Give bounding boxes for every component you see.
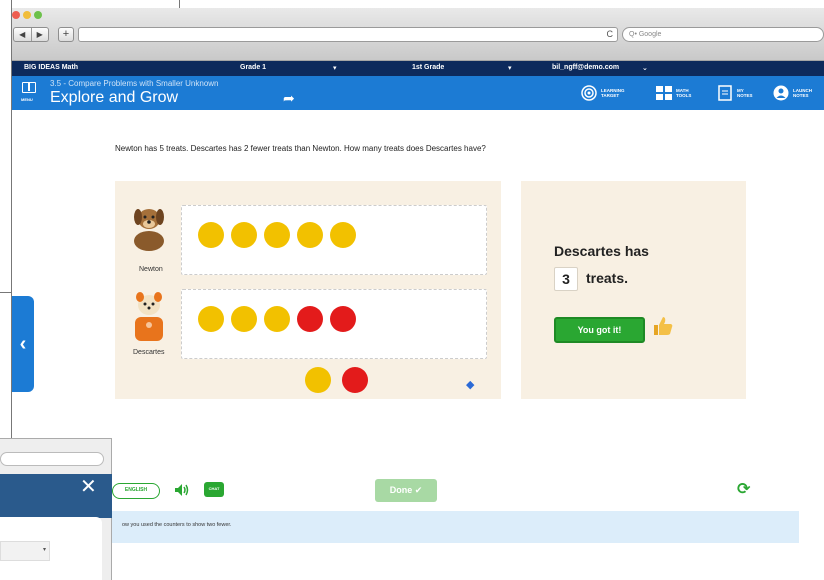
yellow-counter[interactable] [264,222,290,248]
new-tab-button[interactable]: + [58,27,74,42]
forward-button[interactable]: ▶ [30,28,49,41]
math-tools-button[interactable]: MATH TOOLS [655,85,698,101]
my-notes-button[interactable]: MY NOTES [716,85,759,101]
overlay-search-bar[interactable] [0,452,104,466]
back-button[interactable]: ◀ [14,28,31,41]
yellow-counter[interactable] [198,222,224,248]
answer-input[interactable]: 3 [554,267,578,291]
search-field[interactable]: Q• Google [622,27,824,42]
answer-unit: treats. [586,270,629,286]
tray-red-counter[interactable] [342,367,368,393]
minimize-window-button[interactable] [23,11,31,19]
overlay-header: ✕ [0,474,112,518]
red-counter[interactable] [330,306,356,332]
newton-avatar [129,202,169,252]
launch-notes-label: LAUNCH NOTES [793,88,812,98]
lesson-subtitle: 3.5 - Compare Problems with Smaller Unkn… [50,79,219,88]
person-icon [772,85,790,101]
screenshot-stage: ◀ ▶ + C Q• Google BIG IDEAS Math Grade 1… [0,0,824,580]
yellow-counter[interactable] [264,306,290,332]
user-account-menu[interactable]: bil_ngff@demo.com [552,64,619,71]
menu-label[interactable]: MENU [21,97,33,102]
collapse-sidebar-tab[interactable]: ‹ [12,296,34,392]
notes-icon [716,85,734,101]
yellow-counter[interactable] [231,306,257,332]
app-top-nav: BIG IDEAS Math Grade 1 ▾ 1st Grade ▾ bil… [12,61,824,76]
browser-toolbar: ◀ ▶ + C Q• Google [12,8,824,61]
question-text: Newton has 5 treats. Descartes has 2 few… [115,144,486,153]
background-divider [0,292,12,293]
address-bar[interactable]: C [78,27,618,42]
yellow-counter[interactable] [330,222,356,248]
overlay-dropdown[interactable]: ▾ [0,541,50,561]
lesson-header: MENU 3.5 - Compare Problems with Smaller… [12,76,824,110]
chat-button[interactable]: CHAT [204,482,224,497]
chevron-down-icon: ▾ [42,547,46,553]
yellow-counter[interactable] [198,306,224,332]
my-notes-label: MY NOTES [737,88,753,98]
chevron-down-icon[interactable]: ⌄ [642,64,648,72]
language-toggle[interactable]: ENGLISH [112,483,160,499]
browser-window: ◀ ▶ + C Q• Google BIG IDEAS Math Grade 1… [12,8,824,580]
close-window-button[interactable] [12,11,20,19]
level-selector[interactable]: 1st Grade [412,64,444,71]
chevron-down-icon[interactable]: ▾ [508,64,512,72]
yellow-counter[interactable] [297,222,323,248]
share-icon[interactable]: ➦ [283,90,295,107]
bottom-toolbar: ENGLISH CHAT Done ✔ ⟳ [112,478,812,508]
descartes-label: Descartes [133,349,165,356]
chevron-down-icon[interactable]: ▾ [333,64,337,72]
book-icon[interactable] [22,82,36,93]
answer-prompt: Descartes has [554,243,649,259]
newton-label: Newton [139,266,163,273]
feedback-badge: You got it! [554,317,645,343]
thumbs-up-icon [652,315,674,341]
brand-logo[interactable]: BIG IDEAS Math [24,64,78,71]
zoom-window-button[interactable] [34,11,42,19]
counter-workspace: Newton Descartes ◆ [115,181,501,399]
target-icon [580,85,598,101]
learning-target-label: LEARNING TARGET [601,88,625,98]
close-icon[interactable]: ✕ [80,477,97,497]
grade-selector[interactable]: Grade 1 [240,64,266,71]
page-title: Explore and Grow [50,89,179,106]
tray-yellow-counter[interactable] [305,367,331,393]
red-counter[interactable] [297,306,323,332]
math-tools-label: MATH TOOLS [676,88,692,98]
learning-target-button[interactable]: LEARNING TARGET [580,85,625,101]
hint-bar: ow you used the counters to show two few… [112,511,799,543]
grid-tools-icon [655,85,673,101]
launch-notes-button[interactable]: LAUNCH NOTES [772,85,815,101]
reload-icon[interactable]: C [607,29,614,39]
speaker-icon[interactable] [174,483,190,502]
yellow-counter[interactable] [231,222,257,248]
descartes-avatar [129,287,169,343]
overlapping-window: ✕ ▾ [0,438,112,580]
back-forward-buttons: ◀ ▶ [13,27,49,42]
answer-panel: Descartes has 3 treats. You got it! [521,181,746,399]
refresh-icon[interactable]: ⟳ [737,482,750,498]
eraser-icon[interactable]: ◆ [466,378,474,391]
done-button[interactable]: Done ✔ [375,479,437,502]
